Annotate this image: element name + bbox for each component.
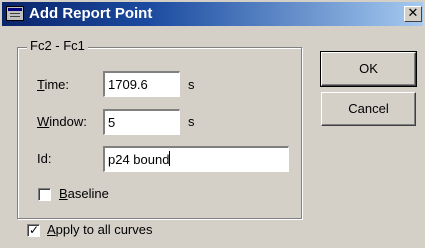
id-label: Id: (37, 151, 52, 166)
time-unit: s (188, 77, 195, 92)
text-cursor (169, 151, 171, 166)
window-input[interactable]: 5 (103, 109, 180, 135)
title-bar[interactable]: Add Report Point ✕ (2, 2, 423, 26)
report-window-icon (6, 6, 24, 21)
baseline-label[interactable]: Baseline (59, 186, 109, 202)
apply-all-label[interactable]: Apply to all curves (47, 222, 153, 238)
time-input[interactable]: 1709.6 (103, 71, 180, 97)
close-icon[interactable]: ✕ (404, 6, 422, 22)
cancel-button[interactable]: Cancel (321, 92, 416, 126)
time-label: Time: (37, 77, 70, 92)
window-label: Window: (37, 114, 87, 129)
checkmark-icon: ✓ (29, 223, 40, 237)
apply-all-checkbox[interactable]: ✓ (27, 224, 40, 237)
window-unit: s (188, 114, 195, 129)
baseline-checkbox[interactable] (38, 188, 51, 201)
id-input[interactable]: p24 bound (103, 146, 289, 172)
add-report-point-dialog: Add Report Point ✕ Fc2 - Fc1 Time: 1709.… (0, 0, 425, 248)
window-title: Add Report Point (29, 5, 153, 22)
ok-button[interactable]: OK (320, 51, 417, 87)
group-legend: Fc2 - Fc1 (27, 38, 88, 54)
